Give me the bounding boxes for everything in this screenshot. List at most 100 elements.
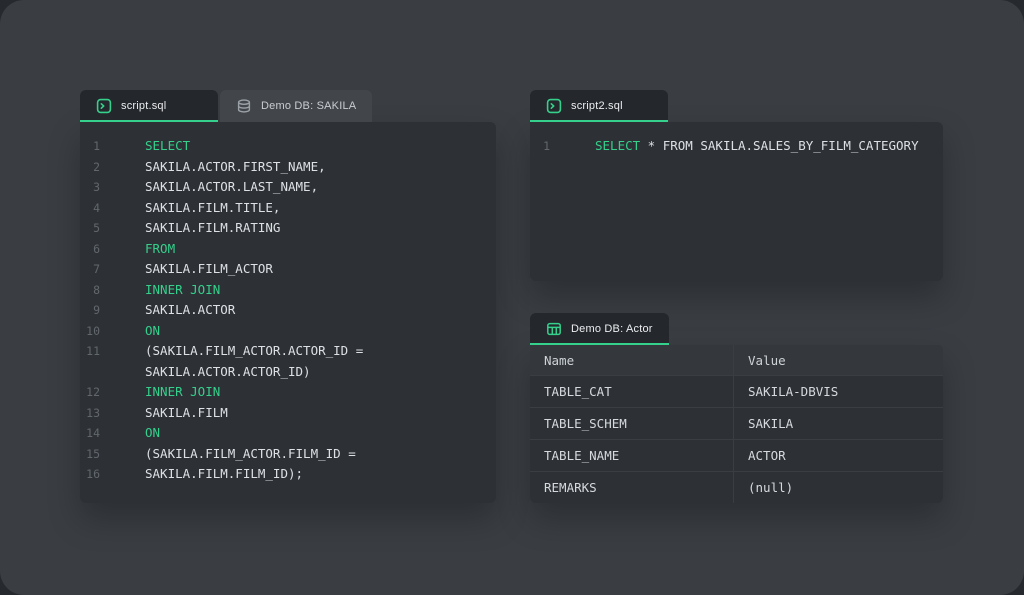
code-text: (SAKILA.FILM_ACTOR.ACTOR_ID = <box>145 341 363 362</box>
line-number: 16 <box>86 464 100 485</box>
editor-panel-right: script2.sql 1SELECT * FROM SAKILA.SALES_… <box>530 90 943 281</box>
sql-text: SAKILA.ACTOR.LAST_NAME, <box>145 179 318 194</box>
sql-text: SAKILA.ACTOR.FIRST_NAME, <box>145 159 326 174</box>
sql-text: SAKILA.FILM.FILM_ID); <box>145 466 303 481</box>
table-header-row: Name Value <box>530 345 943 375</box>
line-number: 13 <box>86 403 100 424</box>
code-line: 13 SAKILA.FILM <box>86 403 496 424</box>
result-grid-panel: Demo DB: Actor Name Value TABLE_CATSAKIL… <box>530 313 943 503</box>
tab-script-sql[interactable]: script.sql <box>80 90 218 122</box>
code-line: SAKILA.ACTOR.ACTOR_ID) <box>86 362 496 383</box>
code-line: 8INNER JOIN <box>86 280 496 301</box>
cell-value: (null) <box>733 472 943 503</box>
tab-demo-db-sakila[interactable]: Demo DB: SAKILA <box>220 90 372 122</box>
code-text: (SAKILA.FILM_ACTOR.FILM_ID = <box>145 444 356 465</box>
line-number: 9 <box>86 300 100 321</box>
sql-text: * FROM SAKILA.SALES_BY_FILM_CATEGORY <box>640 138 918 153</box>
code-line: 3 SAKILA.ACTOR.LAST_NAME, <box>86 177 496 198</box>
tabbar-left: script.sql Demo DB: SAKILA <box>80 90 496 122</box>
sql-text: SAKILA.FILM.RATING <box>145 220 280 235</box>
column-header-value[interactable]: Value <box>733 345 943 375</box>
line-number: 15 <box>86 444 100 465</box>
code-text: FROM <box>145 239 175 260</box>
code-text: SAKILA.ACTOR <box>145 300 235 321</box>
column-header-name[interactable]: Name <box>530 353 733 368</box>
code-line: 5SAKILA.FILM.RATING <box>86 218 496 239</box>
cell-value: ACTOR <box>733 440 943 471</box>
code-line: 11(SAKILA.FILM_ACTOR.ACTOR_ID = <box>86 341 496 362</box>
code-text: SELECT <box>145 136 190 157</box>
tabbar-right: script2.sql <box>530 90 943 122</box>
code-text: SAKILA.FILM_ACTOR <box>145 259 273 280</box>
line-number: 14 <box>86 423 100 444</box>
cell-name: REMARKS <box>530 480 733 495</box>
code-text: SELECT * FROM SAKILA.SALES_BY_FILM_CATEG… <box>595 136 919 157</box>
tab-label: script2.sql <box>571 100 623 112</box>
sql-text: (SAKILA.FILM_ACTOR.FILM_ID = <box>145 446 356 461</box>
line-number: 3 <box>86 177 100 198</box>
sql-keyword: INNER JOIN <box>145 282 220 297</box>
sql-text: SAKILA.FILM <box>145 405 228 420</box>
code-line: 16 SAKILA.FILM.FILM_ID); <box>86 464 496 485</box>
table-row[interactable]: TABLE_CATSAKILA-DBVIS <box>530 375 943 407</box>
cell-value: SAKILA <box>733 408 943 439</box>
cell-name: TABLE_CAT <box>530 384 733 399</box>
line-number: 2 <box>86 157 100 178</box>
code-line: 14 ON <box>86 423 496 444</box>
table-icon <box>546 321 562 337</box>
tab-label: script.sql <box>121 100 166 112</box>
sql-text: SAKILA.FILM_ACTOR <box>145 261 273 276</box>
line-number: 6 <box>86 239 100 260</box>
script-icon <box>546 98 562 114</box>
code-line: 1SELECT * FROM SAKILA.SALES_BY_FILM_CATE… <box>536 136 943 157</box>
script-icon <box>96 98 112 114</box>
code-line: 6 FROM <box>86 239 496 260</box>
sql-keyword: FROM <box>145 241 175 256</box>
sql-keyword: SELECT <box>145 138 190 153</box>
line-number: 1 <box>86 136 100 157</box>
code-line: 7 SAKILA.FILM_ACTOR <box>86 259 496 280</box>
tab-label: Demo DB: Actor <box>571 323 653 335</box>
app-background: script.sql Demo DB: SAKILA 1 SELECT 2 SAKIL… <box>0 0 1024 595</box>
code-text: SAKILA.ACTOR.ACTOR_ID) <box>145 362 311 383</box>
code-text: SAKILA.FILM.RATING <box>145 218 280 239</box>
code-text: ON <box>145 423 160 444</box>
database-icon <box>236 98 252 114</box>
table-body: TABLE_CATSAKILA-DBVISTABLE_SCHEMSAKILATA… <box>530 375 943 503</box>
sql-editor-left[interactable]: 1 SELECT 2 SAKILA.ACTOR.FIRST_NAME, 3 SAKILA.… <box>80 122 496 503</box>
line-number: 12 <box>86 382 100 403</box>
tab-demo-db-actor[interactable]: Demo DB: Actor <box>530 313 669 345</box>
code-text: SAKILA.FILM.TITLE, <box>145 198 280 219</box>
table-row[interactable]: TABLE_SCHEMSAKILA <box>530 407 943 439</box>
line-number: 4 <box>86 198 100 219</box>
code-text: INNER JOIN <box>145 382 220 403</box>
properties-table: Name Value TABLE_CATSAKILA-DBVISTABLE_SC… <box>530 345 943 503</box>
sql-text: SAKILA.ACTOR.ACTOR_ID) <box>145 364 311 379</box>
sql-editor-right[interactable]: 1SELECT * FROM SAKILA.SALES_BY_FILM_CATE… <box>530 122 943 281</box>
sql-text: SAKILA.ACTOR <box>145 302 235 317</box>
code-text: SAKILA.ACTOR.FIRST_NAME, <box>145 157 326 178</box>
sql-text: (SAKILA.FILM_ACTOR.ACTOR_ID = <box>145 343 363 358</box>
code-line: 10 ON <box>86 321 496 342</box>
sql-keyword: SELECT <box>595 138 640 153</box>
code-line: 1 SELECT <box>86 136 496 157</box>
line-number: 7 <box>86 259 100 280</box>
sql-keyword: ON <box>145 323 160 338</box>
sql-keyword: ON <box>145 425 160 440</box>
tabbar-grid: Demo DB: Actor <box>530 313 943 345</box>
table-row[interactable]: REMARKS(null) <box>530 471 943 503</box>
line-number: 10 <box>86 321 100 342</box>
sql-keyword: INNER JOIN <box>145 384 220 399</box>
code-text: SAKILA.FILM.FILM_ID); <box>145 464 303 485</box>
code-line: 2 SAKILA.ACTOR.FIRST_NAME, <box>86 157 496 178</box>
code-text: ON <box>145 321 160 342</box>
code-line: 9 SAKILA.ACTOR <box>86 300 496 321</box>
table-row[interactable]: TABLE_NAMEACTOR <box>530 439 943 471</box>
cell-name: TABLE_SCHEM <box>530 416 733 431</box>
code-line: 15 (SAKILA.FILM_ACTOR.FILM_ID = <box>86 444 496 465</box>
code-text: INNER JOIN <box>145 280 220 301</box>
line-number <box>86 362 100 383</box>
sql-text: SAKILA.FILM.TITLE, <box>145 200 280 215</box>
tab-label: Demo DB: SAKILA <box>261 100 356 112</box>
tab-script2-sql[interactable]: script2.sql <box>530 90 668 122</box>
